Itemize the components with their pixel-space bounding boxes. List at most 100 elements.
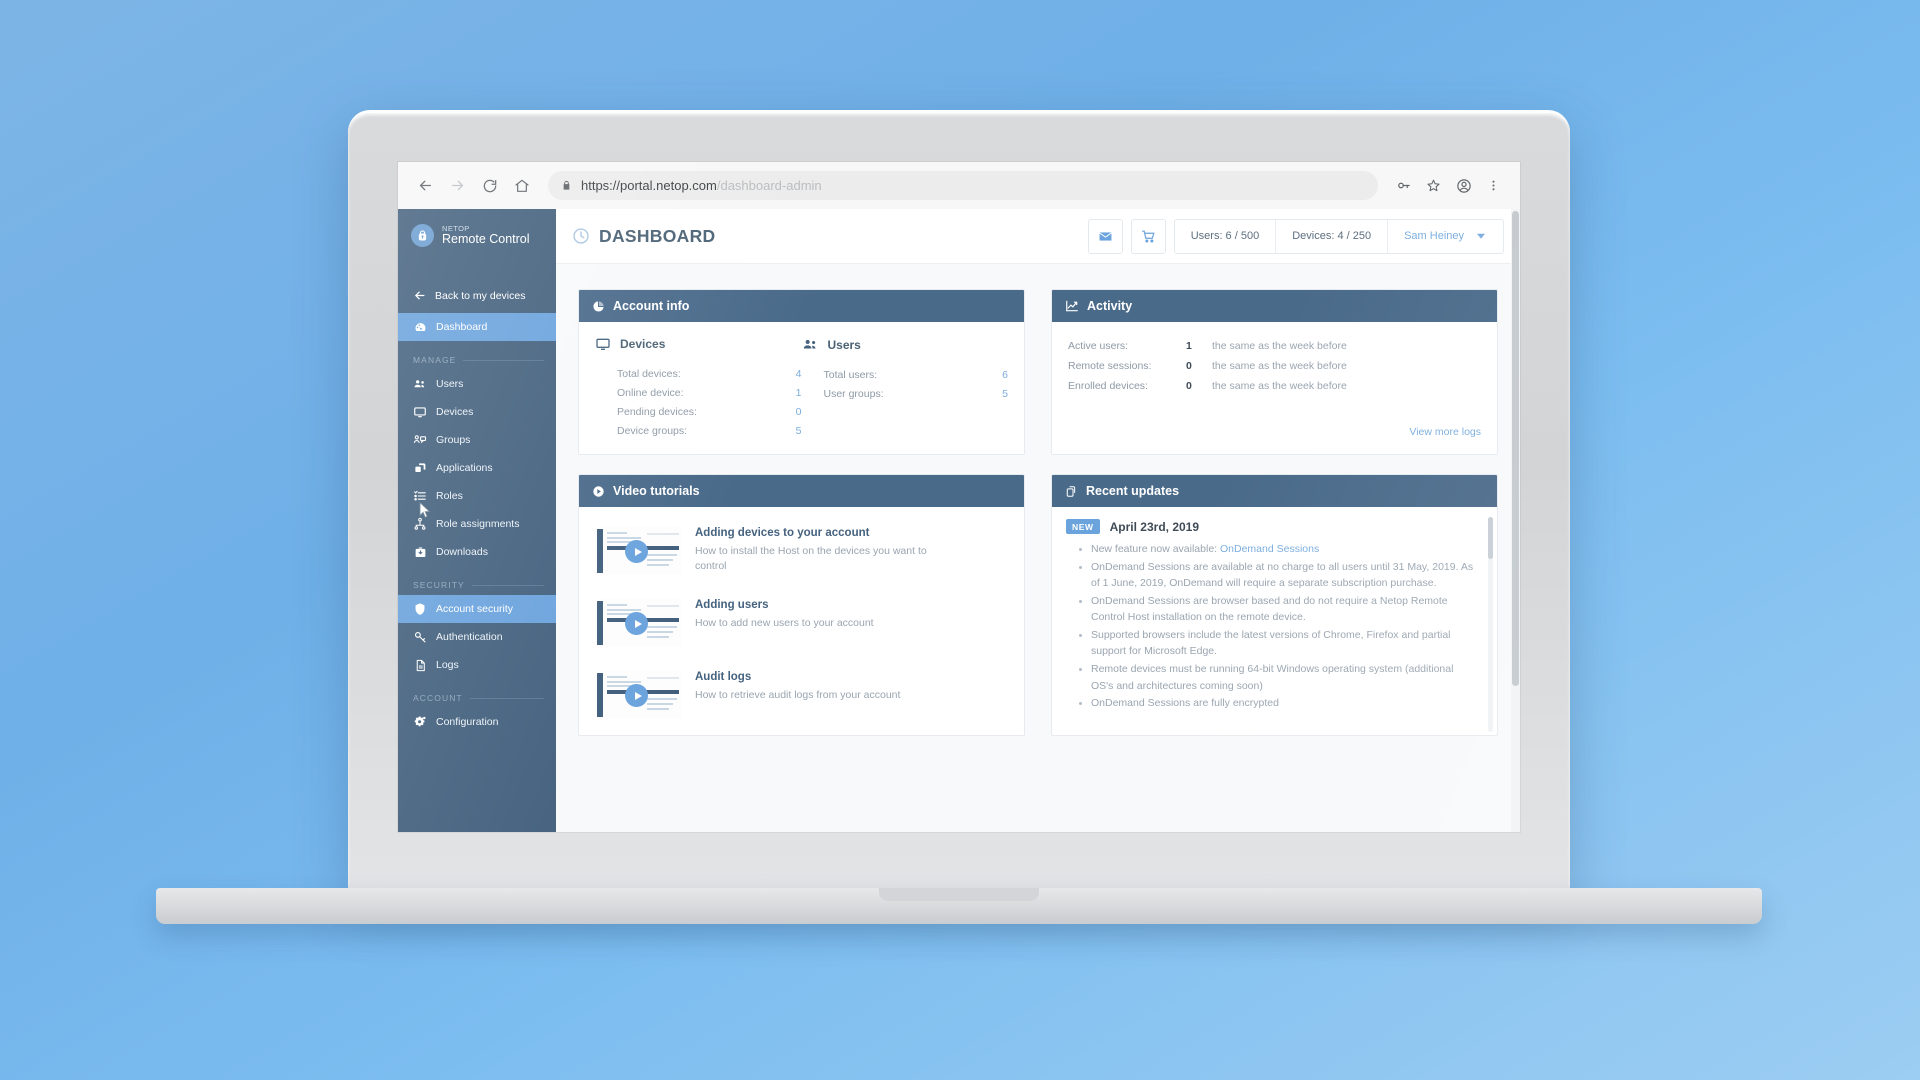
account-info-card: Account info Devices Total devices: 4 On…	[578, 289, 1025, 455]
stat-value: 1	[795, 386, 802, 399]
shop-cart-button[interactable]	[1130, 218, 1166, 254]
update-item: Supported browsers include the latest ve…	[1079, 627, 1475, 660]
line-chart-icon	[1065, 299, 1079, 313]
stat-value: 4	[795, 367, 802, 380]
org-tree-icon	[413, 517, 427, 531]
shopping-cart-icon	[1141, 229, 1156, 244]
messages-button[interactable]	[1087, 218, 1123, 254]
stat-label: Device groups:	[617, 424, 688, 437]
section-label: ACCOUNT	[413, 693, 463, 703]
brand-logo[interactable]: NETOP Remote Control	[398, 209, 556, 263]
tutorial-item[interactable]: Audit logs How to retrieve audit logs fr…	[595, 663, 1008, 735]
url-path: /dashboard-admin	[716, 178, 822, 193]
activity-row: Active users: 1 the same as the week bef…	[1068, 336, 1481, 356]
arrow-left-icon[interactable]	[411, 171, 440, 200]
sidebar-item-configuration[interactable]: Configuration	[398, 708, 556, 736]
brand-kicker: NETOP	[442, 223, 470, 233]
sidebar-item-account-security[interactable]: Account security	[398, 595, 556, 623]
video-thumbnail[interactable]	[595, 599, 681, 647]
address-bar-url: https://portal.netop.com/dashboard-admin	[581, 178, 822, 193]
kebab-menu-icon[interactable]	[1480, 172, 1507, 199]
page-header: DASHBOARD Users: 6 / 500 Devices: 4 / 25…	[556, 209, 1520, 264]
stat-row: Online device: 1	[595, 383, 802, 402]
play-button-icon[interactable]	[625, 540, 648, 563]
play-button-icon[interactable]	[625, 684, 648, 707]
devices-heading: Devices	[620, 337, 666, 351]
update-list: New feature now available: OnDemand Sess…	[1066, 541, 1475, 712]
applications-icon	[413, 461, 427, 475]
updates-scrollbar-thumb[interactable]	[1488, 517, 1493, 559]
download-box-icon	[413, 545, 427, 559]
address-bar[interactable]: https://portal.netop.com/dashboard-admin	[548, 171, 1378, 200]
key-icon[interactable]	[1390, 172, 1417, 199]
card-header: Account info	[579, 290, 1024, 322]
reload-icon[interactable]	[475, 171, 504, 200]
sidebar-item-devices[interactable]: Devices	[398, 398, 556, 426]
sidebar-item-users[interactable]: Users	[398, 370, 556, 398]
update-item: OnDemand Sessions are available at no ch…	[1079, 559, 1475, 592]
sidebar-section-manage: MANAGE	[398, 341, 556, 370]
play-button-icon[interactable]	[625, 612, 648, 635]
card-title: Video tutorials	[613, 484, 700, 498]
sidebar-item-role-assignments[interactable]: Role assignments	[398, 510, 556, 538]
stat-row: User groups: 5	[802, 384, 1009, 403]
sidebar-item-label: Account security	[436, 603, 514, 615]
sidebar-item-dashboard[interactable]: Dashboard	[398, 313, 556, 341]
update-item: OnDemand Sessions are browser based and …	[1079, 593, 1475, 626]
envelope-icon	[1098, 229, 1113, 244]
update-item: Remote devices must be running 64-bit Wi…	[1079, 661, 1475, 694]
video-thumbnail[interactable]	[595, 527, 681, 575]
page-scrollbar-thumb[interactable]	[1512, 211, 1519, 686]
card-title: Recent updates	[1086, 484, 1180, 498]
activity-value: 0	[1186, 360, 1192, 372]
monitor-icon	[413, 405, 427, 419]
user-menu[interactable]: Sam Heiney	[1388, 220, 1503, 253]
tutorial-item[interactable]: Adding devices to your account How to in…	[595, 519, 1008, 591]
sidebar-item-label: Authentication	[436, 631, 503, 643]
video-thumbnail[interactable]	[595, 671, 681, 719]
stat-row: Pending devices: 0	[595, 402, 802, 421]
main-panel: DASHBOARD Users: 6 / 500 Devices: 4 / 25…	[556, 209, 1520, 832]
sidebar-item-groups[interactable]: Groups	[398, 426, 556, 454]
profile-avatar-icon[interactable]	[1450, 172, 1477, 199]
sidebar-item-label: Devices	[436, 406, 474, 418]
arrow-left-icon	[413, 289, 426, 302]
home-icon[interactable]	[507, 171, 536, 200]
view-more-logs-link[interactable]: View more logs	[1052, 404, 1497, 438]
arrow-right-icon[interactable]	[443, 171, 472, 200]
sidebar-item-label: Logs	[436, 659, 459, 671]
users-icon	[413, 377, 427, 391]
tutorial-item[interactable]: Adding users How to add new users to you…	[595, 591, 1008, 663]
browser-toolbar: https://portal.netop.com/dashboard-admin	[398, 162, 1520, 209]
dashboard-content: Account info Devices Total devices: 4 On…	[556, 264, 1520, 832]
sidebar-item-authentication[interactable]: Authentication	[398, 623, 556, 651]
video-tutorials-card: Video tutorials Adding devices to your a…	[578, 474, 1025, 736]
activity-row: Enrolled devices: 0 the same as the week…	[1068, 376, 1481, 396]
list-check-icon	[413, 489, 427, 503]
sidebar-item-roles[interactable]: Roles	[398, 482, 556, 510]
ondemand-sessions-link[interactable]: OnDemand Sessions	[1220, 543, 1319, 555]
sidebar-item-label: Applications	[436, 462, 493, 474]
updates-scrollbar[interactable]	[1488, 517, 1493, 732]
play-circle-icon	[592, 485, 605, 498]
stat-row: Device groups: 5	[595, 421, 802, 440]
section-label: MANAGE	[413, 355, 457, 365]
update-item: OnDemand Sessions are fully encrypted	[1079, 695, 1475, 712]
stat-label: User groups:	[823, 387, 884, 400]
page-scrollbar[interactable]	[1511, 209, 1520, 832]
activity-note: the same as the week before	[1212, 380, 1347, 392]
devices-quota: Devices: 4 / 250	[1276, 219, 1389, 253]
stat-value: 6	[1002, 368, 1008, 381]
star-icon[interactable]	[1420, 172, 1447, 199]
activity-card: Activity Active users: 1 the same as the…	[1051, 289, 1498, 455]
sidebar-item-applications[interactable]: Applications	[398, 454, 556, 482]
key-icon	[413, 630, 427, 644]
sidebar-item-logs[interactable]: Logs	[398, 651, 556, 679]
devices-stats-column: Devices Total devices: 4 Online device: …	[595, 336, 802, 440]
back-to-my-devices-link[interactable]: Back to my devices	[398, 278, 556, 313]
users-heading: Users	[827, 337, 861, 352]
sidebar-item-downloads[interactable]: Downloads	[398, 538, 556, 566]
dashboard-gauge-icon	[413, 320, 427, 334]
application-body: NETOP Remote Control Back to my devices …	[398, 209, 1520, 832]
tutorial-title: Adding devices to your account	[695, 527, 870, 539]
